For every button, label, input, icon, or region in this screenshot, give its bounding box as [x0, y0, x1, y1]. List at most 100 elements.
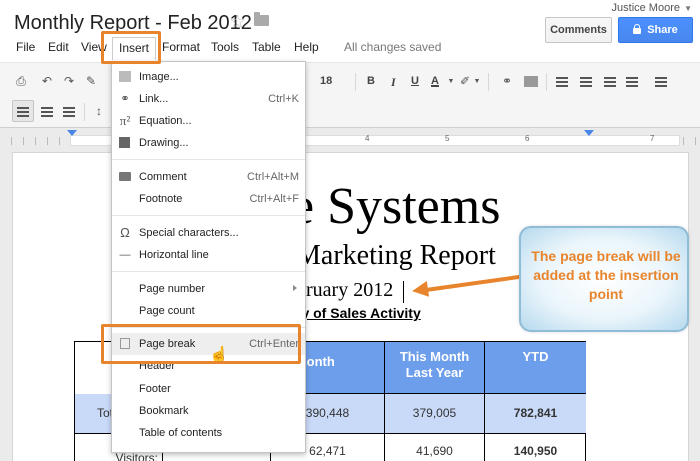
menu-separator: [112, 159, 305, 160]
justify-icon[interactable]: [63, 107, 75, 117]
toolbar: ⎙ ↶ ↷ ✎ 18 B I U A ▼ ✐ ▼ ⚭ ↕: [0, 62, 700, 128]
menu-item-label: Horizontal line: [139, 249, 209, 261]
menu-item-label: Footer: [139, 383, 171, 395]
menu-item-label: Table of contents: [139, 427, 223, 439]
bulleted-list-icon[interactable]: [580, 77, 592, 87]
table-header-cell: YTD: [485, 342, 586, 394]
menu-item-link[interactable]: ⚭ Link... Ctrl+K: [112, 88, 305, 110]
text-cursor: [403, 281, 404, 303]
underline-button[interactable]: U: [411, 75, 419, 87]
chevron-down-icon[interactable]: ▼: [470, 75, 484, 88]
menu-format[interactable]: Format: [162, 40, 200, 54]
menu-item-horizontal-line[interactable]: — Horizontal line: [112, 244, 305, 266]
lock-icon: [633, 24, 642, 34]
drawing-icon: [119, 137, 130, 148]
numbered-list-icon[interactable]: [556, 77, 568, 87]
toolbar-divider: [546, 73, 547, 91]
user-name[interactable]: Justice Moore: [612, 2, 680, 14]
toolbar-row-1: ⎙ ↶ ↷ ✎ 18 B I U A ▼ ✐ ▼ ⚭: [0, 67, 700, 97]
image-icon: [119, 71, 131, 82]
chevron-right-icon: [293, 285, 297, 291]
menu-item-label: Comment: [139, 171, 187, 183]
save-status: All changes saved: [344, 40, 442, 54]
menu-separator: [112, 271, 305, 272]
share-button[interactable]: Share: [618, 17, 693, 43]
toolbar-divider: [355, 73, 356, 91]
menu-tools[interactable]: Tools: [211, 40, 239, 54]
menu-item-drawing[interactable]: Drawing...: [112, 132, 305, 154]
menu-item-shortcut: Ctrl+Alt+M: [247, 171, 299, 183]
menu-help[interactable]: Help: [294, 40, 319, 54]
table-cell: 379,005: [385, 394, 485, 434]
menu-item-label: Equation...: [139, 115, 192, 127]
menu-item-special-characters[interactable]: Ω Special characters...: [112, 222, 305, 244]
menu-item-image[interactable]: Image...: [112, 66, 305, 88]
ruler-number: 6: [525, 134, 530, 143]
menu-item-table-of-contents[interactable]: Table of contents: [112, 422, 305, 444]
menu-item-shortcut: Ctrl+Alt+F: [249, 193, 299, 205]
align-center-icon: [17, 107, 29, 117]
ruler: 1 2 3 4 5 6 7: [0, 129, 700, 151]
menu-item-label: Footnote: [139, 193, 183, 205]
table-header-cell: This Month Last Year: [385, 342, 485, 394]
menu-item-page-count[interactable]: Page count: [112, 300, 305, 322]
redo-icon[interactable]: ↷: [62, 75, 76, 88]
comments-button[interactable]: Comments: [545, 17, 612, 43]
menu-item-equation[interactable]: π² Equation...: [112, 110, 305, 132]
menu-item-shortcut: Ctrl+K: [268, 93, 299, 105]
menu-item-bookmark[interactable]: Bookmark: [112, 400, 305, 422]
comment-icon: [119, 172, 131, 181]
document-heading: e Systems: [291, 178, 501, 235]
print-icon[interactable]: ⎙: [14, 75, 28, 88]
align-left-icon[interactable]: [655, 77, 667, 87]
text-color-button[interactable]: A: [431, 75, 439, 87]
insert-menu-dropdown: Image... ⚭ Link... Ctrl+K π² Equation...…: [111, 61, 306, 453]
menu-separator: [112, 215, 305, 216]
menu-item-comment[interactable]: Comment Ctrl+Alt+M: [112, 166, 305, 188]
increase-indent-icon[interactable]: [626, 77, 638, 87]
menu-item-page-number[interactable]: Page number: [112, 278, 305, 300]
left-indent-marker[interactable]: [67, 130, 77, 136]
menu-item-footer[interactable]: Footer: [112, 378, 305, 400]
decrease-indent-icon[interactable]: [604, 77, 616, 87]
menu-item-label: Drawing...: [139, 137, 189, 149]
share-label: Share: [647, 24, 678, 36]
font-size-select[interactable]: 18: [320, 75, 332, 87]
bold-button[interactable]: B: [367, 75, 375, 87]
menu-item-label: Page number: [139, 283, 206, 295]
undo-icon[interactable]: ↶: [40, 75, 54, 88]
pi-icon: π²: [119, 113, 131, 128]
menu-item-label: Link...: [139, 93, 169, 105]
menu-table[interactable]: Table: [252, 40, 281, 54]
paint-format-icon[interactable]: ✎: [84, 75, 98, 88]
callout-box: The page break will be added at the inse…: [519, 226, 689, 332]
menu-edit[interactable]: Edit: [48, 40, 69, 54]
menu-file[interactable]: File: [16, 40, 35, 54]
callout-text: The page break will be added at the inse…: [531, 248, 681, 302]
chevron-down-icon[interactable]: ▼: [684, 4, 692, 13]
italic-button[interactable]: I: [391, 75, 396, 90]
toolbar-divider: [488, 73, 489, 91]
highlight-insert-menu: [101, 31, 161, 64]
link-icon[interactable]: ⚭: [500, 75, 514, 88]
ruler-number: 7: [650, 134, 655, 143]
chevron-down-icon[interactable]: ▼: [444, 75, 458, 88]
menu-item-label: Bookmark: [139, 405, 189, 417]
horizontal-line-icon: —: [119, 249, 131, 261]
menu-item-label: Image...: [139, 71, 179, 83]
right-indent-marker[interactable]: [584, 130, 594, 136]
omega-icon: Ω: [120, 225, 130, 240]
document-date: bruary 2012: [296, 279, 394, 301]
table-cell: 41,690: [385, 434, 485, 461]
table-cell: 140,950: [513, 444, 558, 458]
menu-item-footnote[interactable]: Footnote Ctrl+Alt+F: [112, 188, 305, 210]
link-icon: ⚭: [120, 93, 130, 105]
star-icon[interactable]: ☆: [229, 11, 246, 34]
ruler-number: 4: [365, 134, 370, 143]
folder-icon[interactable]: [254, 12, 269, 26]
line-spacing-icon[interactable]: ↕: [92, 105, 106, 118]
image-icon[interactable]: [524, 76, 538, 87]
align-right-icon[interactable]: [41, 107, 53, 117]
ruler-number: 5: [445, 134, 450, 143]
table-cell: 782,841: [485, 394, 586, 434]
